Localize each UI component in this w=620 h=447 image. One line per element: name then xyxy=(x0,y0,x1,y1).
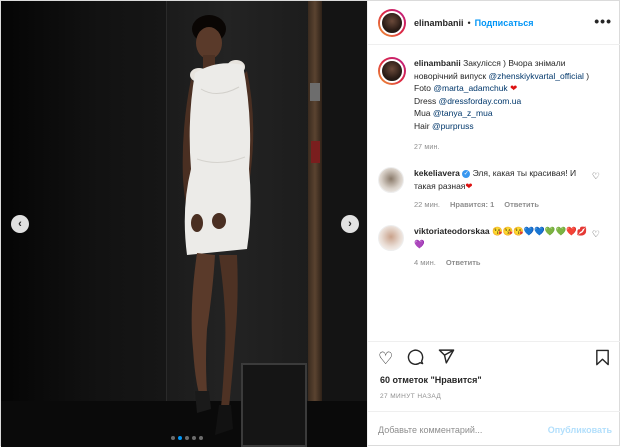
comment-text: viktoriateodorskaa 😘😘😘💙💙💚💚❤️💋💜 xyxy=(414,225,594,250)
comment-likes-count[interactable]: Нравится: 1 xyxy=(450,200,494,209)
posted-time: 27 МИНУТ НАЗАД xyxy=(380,393,442,400)
avatar-image xyxy=(380,59,404,83)
comment-icon[interactable] xyxy=(407,348,424,370)
avatar-image xyxy=(380,10,404,35)
instagram-post: ‹ › elinambanii • Подписаться ••• elinam… xyxy=(0,0,620,447)
wall-sign-red xyxy=(311,141,320,163)
comment-input[interactable] xyxy=(378,424,548,435)
bookmark-icon[interactable] xyxy=(595,349,610,371)
mua-label: Mua xyxy=(414,108,433,118)
hair-label: Hair xyxy=(414,120,432,131)
previous-photo-button[interactable]: ‹ xyxy=(11,215,29,233)
commenter-username[interactable]: kekeliavera xyxy=(414,168,460,178)
more-horizontal-icon[interactable]: ••• xyxy=(594,13,612,29)
wall-sign xyxy=(310,83,320,101)
verified-badge-icon: ✓ xyxy=(462,169,471,178)
comment-time: 4 мин. xyxy=(414,258,436,267)
heart-emoji-icon: ❤ xyxy=(465,180,473,191)
mention-link[interactable]: @marta_adamchuk xyxy=(433,83,507,93)
author-username[interactable]: elinambanii xyxy=(414,18,464,28)
comment-item: kekeliavera ✓ Эля, какая ты красивая! И … xyxy=(378,167,612,209)
carousel-dot xyxy=(171,436,175,440)
heart-icon[interactable]: ♡ xyxy=(378,349,393,369)
carousel-dot xyxy=(192,436,196,440)
reply-button[interactable]: Ответить xyxy=(446,258,481,267)
door-frame xyxy=(308,1,322,447)
caption-avatar[interactable] xyxy=(378,57,406,85)
comment-time: 22 мин. xyxy=(414,200,440,209)
caption-text: elinambanii Закулісся ) Вчора знімали но… xyxy=(414,57,604,132)
dress-label: Dress xyxy=(414,95,439,106)
next-photo-button[interactable]: › xyxy=(341,215,359,233)
commenter-avatar[interactable] xyxy=(378,225,404,251)
comment-body: viktoriateodorskaa 😘😘😘💙💙💚💚❤️💋💜 4 мин. От… xyxy=(414,225,594,267)
comments-section: elinambanii Закулісся ) Вчора знімали но… xyxy=(368,45,620,341)
comment-body: kekeliavera ✓ Эля, какая ты красивая! И … xyxy=(414,167,594,209)
comment-item: viktoriateodorskaa 😘😘😘💙💙💚💚❤️💋💜 4 мин. От… xyxy=(378,225,612,267)
comment-heart-icon[interactable]: ♡ xyxy=(592,229,600,240)
likes-count[interactable]: 60 отметок "Нравится" xyxy=(380,375,482,385)
commenter-username[interactable]: viktoriateodorskaa xyxy=(414,226,490,236)
caption-timestamp: 27 мин. xyxy=(414,144,440,151)
caption-username[interactable]: elinambanii xyxy=(414,58,461,68)
add-comment-bar: Опубликовать xyxy=(368,411,620,447)
mention-link[interactable]: @zhenskiykvartal_official xyxy=(489,71,584,81)
foto-label: Foto xyxy=(414,83,434,93)
caption-line1-end: ) xyxy=(583,70,590,81)
author-avatar[interactable] xyxy=(378,8,406,37)
mention-link[interactable]: @tanya_z_mua xyxy=(433,108,493,118)
commenter-avatar[interactable] xyxy=(378,167,404,193)
comment-meta: 4 мин. Ответить xyxy=(414,258,594,267)
heart-emoji-icon: ❤ xyxy=(510,83,518,93)
post-photo[interactable]: ‹ › xyxy=(1,1,367,447)
post-caption: elinambanii Закулісся ) Вчора знімали но… xyxy=(378,57,612,132)
model-figure xyxy=(182,15,254,435)
follow-button[interactable]: Подписаться xyxy=(475,18,534,28)
comment-heart-icon[interactable]: ♡ xyxy=(592,171,600,182)
mention-link[interactable]: @dressforday.com.ua xyxy=(439,96,522,106)
carousel-dot-active xyxy=(178,436,182,440)
post-side-panel: elinambanii • Подписаться ••• elinambani… xyxy=(367,1,620,447)
publish-button[interactable]: Опубликовать xyxy=(548,425,612,435)
mention-link[interactable]: @purpruss xyxy=(432,121,474,131)
comment-meta: 22 мин. Нравится: 1 Ответить xyxy=(414,200,594,209)
post-actions: ♡ xyxy=(368,341,620,375)
post-header: elinambanii • Подписаться ••• xyxy=(368,1,620,45)
share-icon[interactable] xyxy=(438,348,455,370)
carousel-dot xyxy=(199,436,203,440)
carousel-dot xyxy=(185,436,189,440)
header-separator: • xyxy=(467,17,471,28)
carousel-indicator xyxy=(171,436,203,440)
comment-text: kekeliavera ✓ Эля, какая ты красивая! И … xyxy=(414,167,594,192)
reply-button[interactable]: Ответить xyxy=(504,200,539,209)
